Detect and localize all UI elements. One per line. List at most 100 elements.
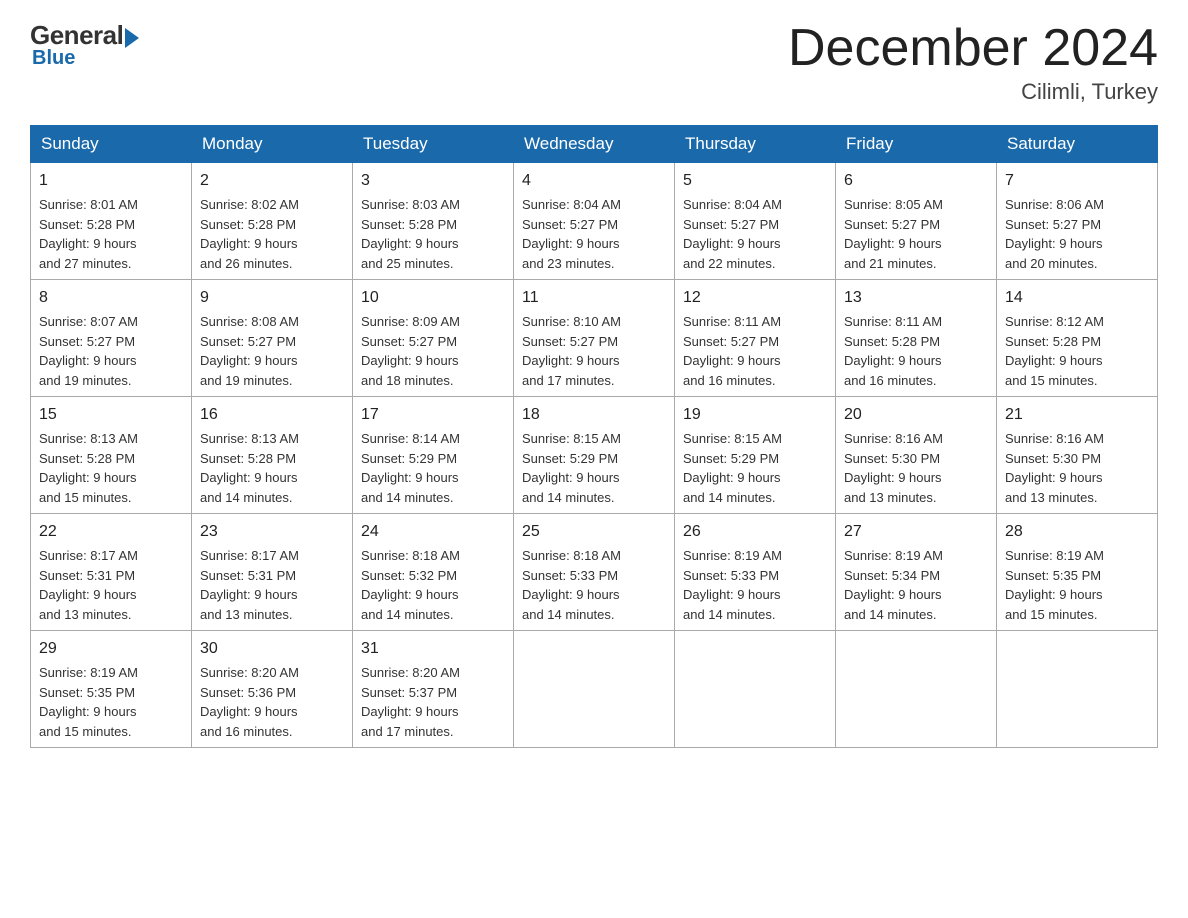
calendar-week-row: 15Sunrise: 8:13 AM Sunset: 5:28 PM Dayli… xyxy=(31,397,1158,514)
day-info: Sunrise: 8:09 AM Sunset: 5:27 PM Dayligh… xyxy=(361,312,505,390)
calendar-day-cell: 26Sunrise: 8:19 AM Sunset: 5:33 PM Dayli… xyxy=(675,514,836,631)
logo-arrow-icon xyxy=(125,28,139,48)
weekday-header-thursday: Thursday xyxy=(675,126,836,163)
day-info: Sunrise: 8:12 AM Sunset: 5:28 PM Dayligh… xyxy=(1005,312,1149,390)
calendar-day-cell: 3Sunrise: 8:03 AM Sunset: 5:28 PM Daylig… xyxy=(353,163,514,280)
calendar-day-cell: 2Sunrise: 8:02 AM Sunset: 5:28 PM Daylig… xyxy=(192,163,353,280)
empty-cell xyxy=(675,631,836,748)
day-info: Sunrise: 8:16 AM Sunset: 5:30 PM Dayligh… xyxy=(1005,429,1149,507)
day-info: Sunrise: 8:05 AM Sunset: 5:27 PM Dayligh… xyxy=(844,195,988,273)
day-info: Sunrise: 8:04 AM Sunset: 5:27 PM Dayligh… xyxy=(683,195,827,273)
day-number: 23 xyxy=(200,520,344,544)
calendar-day-cell: 23Sunrise: 8:17 AM Sunset: 5:31 PM Dayli… xyxy=(192,514,353,631)
calendar-day-cell: 17Sunrise: 8:14 AM Sunset: 5:29 PM Dayli… xyxy=(353,397,514,514)
calendar-day-cell: 13Sunrise: 8:11 AM Sunset: 5:28 PM Dayli… xyxy=(836,280,997,397)
calendar-day-cell: 22Sunrise: 8:17 AM Sunset: 5:31 PM Dayli… xyxy=(31,514,192,631)
calendar-week-row: 29Sunrise: 8:19 AM Sunset: 5:35 PM Dayli… xyxy=(31,631,1158,748)
page-header: General Blue December 2024 Cilimli, Turk… xyxy=(30,20,1158,105)
calendar-week-row: 1Sunrise: 8:01 AM Sunset: 5:28 PM Daylig… xyxy=(31,163,1158,280)
day-info: Sunrise: 8:13 AM Sunset: 5:28 PM Dayligh… xyxy=(39,429,183,507)
calendar-header-row: SundayMondayTuesdayWednesdayThursdayFrid… xyxy=(31,126,1158,163)
weekday-header-tuesday: Tuesday xyxy=(353,126,514,163)
day-info: Sunrise: 8:11 AM Sunset: 5:27 PM Dayligh… xyxy=(683,312,827,390)
calendar-day-cell: 24Sunrise: 8:18 AM Sunset: 5:32 PM Dayli… xyxy=(353,514,514,631)
day-number: 12 xyxy=(683,286,827,310)
day-number: 14 xyxy=(1005,286,1149,310)
calendar-day-cell: 9Sunrise: 8:08 AM Sunset: 5:27 PM Daylig… xyxy=(192,280,353,397)
day-info: Sunrise: 8:14 AM Sunset: 5:29 PM Dayligh… xyxy=(361,429,505,507)
day-info: Sunrise: 8:17 AM Sunset: 5:31 PM Dayligh… xyxy=(200,546,344,624)
calendar-day-cell: 15Sunrise: 8:13 AM Sunset: 5:28 PM Dayli… xyxy=(31,397,192,514)
day-number: 8 xyxy=(39,286,183,310)
calendar-day-cell: 31Sunrise: 8:20 AM Sunset: 5:37 PM Dayli… xyxy=(353,631,514,748)
day-info: Sunrise: 8:18 AM Sunset: 5:33 PM Dayligh… xyxy=(522,546,666,624)
calendar-day-cell: 27Sunrise: 8:19 AM Sunset: 5:34 PM Dayli… xyxy=(836,514,997,631)
weekday-header-sunday: Sunday xyxy=(31,126,192,163)
calendar-day-cell: 6Sunrise: 8:05 AM Sunset: 5:27 PM Daylig… xyxy=(836,163,997,280)
calendar-day-cell: 18Sunrise: 8:15 AM Sunset: 5:29 PM Dayli… xyxy=(514,397,675,514)
day-info: Sunrise: 8:19 AM Sunset: 5:35 PM Dayligh… xyxy=(39,663,183,741)
calendar-day-cell: 19Sunrise: 8:15 AM Sunset: 5:29 PM Dayli… xyxy=(675,397,836,514)
day-number: 21 xyxy=(1005,403,1149,427)
calendar-day-cell: 5Sunrise: 8:04 AM Sunset: 5:27 PM Daylig… xyxy=(675,163,836,280)
day-number: 24 xyxy=(361,520,505,544)
calendar-day-cell: 16Sunrise: 8:13 AM Sunset: 5:28 PM Dayli… xyxy=(192,397,353,514)
calendar-day-cell: 4Sunrise: 8:04 AM Sunset: 5:27 PM Daylig… xyxy=(514,163,675,280)
day-info: Sunrise: 8:15 AM Sunset: 5:29 PM Dayligh… xyxy=(683,429,827,507)
day-number: 4 xyxy=(522,169,666,193)
calendar-day-cell: 10Sunrise: 8:09 AM Sunset: 5:27 PM Dayli… xyxy=(353,280,514,397)
title-block: December 2024 Cilimli, Turkey xyxy=(788,20,1158,105)
location-title: Cilimli, Turkey xyxy=(788,79,1158,105)
calendar-day-cell: 25Sunrise: 8:18 AM Sunset: 5:33 PM Dayli… xyxy=(514,514,675,631)
day-number: 27 xyxy=(844,520,988,544)
day-number: 20 xyxy=(844,403,988,427)
day-info: Sunrise: 8:19 AM Sunset: 5:35 PM Dayligh… xyxy=(1005,546,1149,624)
calendar-day-cell: 14Sunrise: 8:12 AM Sunset: 5:28 PM Dayli… xyxy=(997,280,1158,397)
day-info: Sunrise: 8:17 AM Sunset: 5:31 PM Dayligh… xyxy=(39,546,183,624)
day-number: 2 xyxy=(200,169,344,193)
weekday-header-friday: Friday xyxy=(836,126,997,163)
day-number: 6 xyxy=(844,169,988,193)
calendar-table: SundayMondayTuesdayWednesdayThursdayFrid… xyxy=(30,125,1158,748)
day-number: 18 xyxy=(522,403,666,427)
day-info: Sunrise: 8:06 AM Sunset: 5:27 PM Dayligh… xyxy=(1005,195,1149,273)
day-number: 17 xyxy=(361,403,505,427)
calendar-day-cell: 11Sunrise: 8:10 AM Sunset: 5:27 PM Dayli… xyxy=(514,280,675,397)
day-number: 13 xyxy=(844,286,988,310)
weekday-header-saturday: Saturday xyxy=(997,126,1158,163)
day-number: 11 xyxy=(522,286,666,310)
day-info: Sunrise: 8:15 AM Sunset: 5:29 PM Dayligh… xyxy=(522,429,666,507)
calendar-day-cell: 8Sunrise: 8:07 AM Sunset: 5:27 PM Daylig… xyxy=(31,280,192,397)
day-info: Sunrise: 8:04 AM Sunset: 5:27 PM Dayligh… xyxy=(522,195,666,273)
day-number: 22 xyxy=(39,520,183,544)
day-info: Sunrise: 8:18 AM Sunset: 5:32 PM Dayligh… xyxy=(361,546,505,624)
day-info: Sunrise: 8:02 AM Sunset: 5:28 PM Dayligh… xyxy=(200,195,344,273)
day-info: Sunrise: 8:20 AM Sunset: 5:36 PM Dayligh… xyxy=(200,663,344,741)
weekday-header-wednesday: Wednesday xyxy=(514,126,675,163)
day-number: 1 xyxy=(39,169,183,193)
day-number: 3 xyxy=(361,169,505,193)
day-info: Sunrise: 8:19 AM Sunset: 5:34 PM Dayligh… xyxy=(844,546,988,624)
calendar-day-cell: 30Sunrise: 8:20 AM Sunset: 5:36 PM Dayli… xyxy=(192,631,353,748)
day-number: 31 xyxy=(361,637,505,661)
day-info: Sunrise: 8:13 AM Sunset: 5:28 PM Dayligh… xyxy=(200,429,344,507)
calendar-day-cell: 1Sunrise: 8:01 AM Sunset: 5:28 PM Daylig… xyxy=(31,163,192,280)
day-number: 30 xyxy=(200,637,344,661)
day-number: 28 xyxy=(1005,520,1149,544)
day-info: Sunrise: 8:20 AM Sunset: 5:37 PM Dayligh… xyxy=(361,663,505,741)
day-info: Sunrise: 8:10 AM Sunset: 5:27 PM Dayligh… xyxy=(522,312,666,390)
day-number: 10 xyxy=(361,286,505,310)
day-number: 9 xyxy=(200,286,344,310)
day-number: 7 xyxy=(1005,169,1149,193)
calendar-week-row: 8Sunrise: 8:07 AM Sunset: 5:27 PM Daylig… xyxy=(31,280,1158,397)
day-info: Sunrise: 8:07 AM Sunset: 5:27 PM Dayligh… xyxy=(39,312,183,390)
calendar-day-cell: 21Sunrise: 8:16 AM Sunset: 5:30 PM Dayli… xyxy=(997,397,1158,514)
day-info: Sunrise: 8:03 AM Sunset: 5:28 PM Dayligh… xyxy=(361,195,505,273)
day-number: 19 xyxy=(683,403,827,427)
empty-cell xyxy=(514,631,675,748)
logo: General Blue xyxy=(30,20,139,70)
logo-blue-text: Blue xyxy=(32,47,75,70)
calendar-day-cell: 7Sunrise: 8:06 AM Sunset: 5:27 PM Daylig… xyxy=(997,163,1158,280)
day-number: 16 xyxy=(200,403,344,427)
month-title: December 2024 xyxy=(788,20,1158,77)
